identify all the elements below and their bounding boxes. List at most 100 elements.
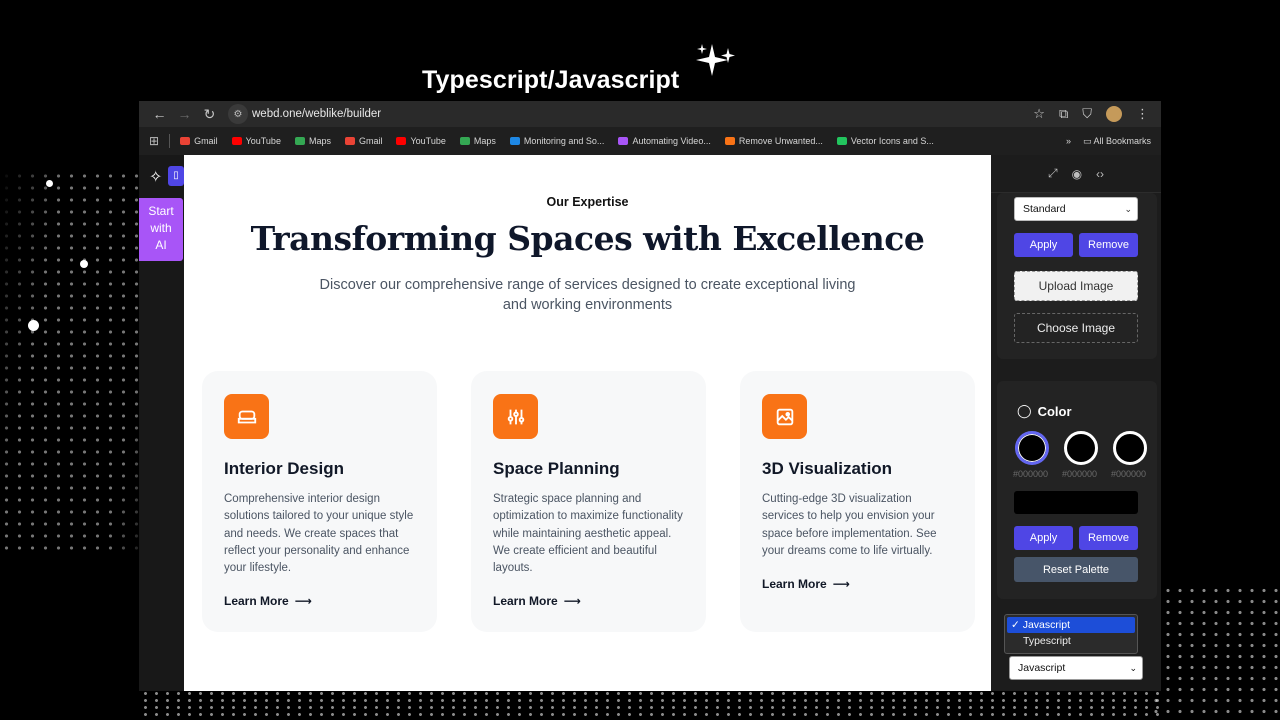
language-option-javascript[interactable]: ✓ Javascript [1007, 617, 1135, 633]
bookmark-item[interactable]: Maps [459, 136, 496, 146]
service-card: Interior Design Comprehensive interior d… [202, 371, 437, 632]
eye-icon[interactable]: ◉ [1072, 167, 1082, 181]
swatch-label: #000000 [1013, 469, 1049, 479]
security-icon[interactable]: ⛉ [1082, 106, 1092, 122]
droplet-icon: ◯ [1017, 403, 1032, 418]
bookmarks-divider [169, 134, 171, 148]
color-remove-button[interactable]: Remove [1079, 526, 1138, 550]
language-select-value: Javascript [1018, 662, 1066, 674]
service-card: 3D Visualization Cutting-edge 3D visuali… [740, 371, 975, 632]
arrow-right-icon: ⟶ [563, 594, 581, 609]
bookmark-label: Maps [473, 136, 496, 146]
color-swatch[interactable] [1113, 431, 1147, 465]
card-title: Interior Design [224, 459, 344, 478]
bookmark-label: Maps [308, 136, 331, 146]
section-eyebrow: Our Expertise [546, 195, 629, 209]
overlay-headline: Typescript/Javascript [422, 66, 680, 94]
extensions-icon[interactable]: ⧉ [1059, 106, 1068, 122]
color-heading-label: Color [1037, 403, 1072, 419]
color-apply-button[interactable]: Apply [1014, 526, 1073, 550]
all-bookmarks-folder[interactable]: ▭ All Bookmarks [1083, 136, 1151, 147]
bookmark-item[interactable]: YouTube [396, 136, 446, 146]
sparkle-icon [696, 44, 735, 76]
bookmark-item[interactable]: Automating Video... [618, 136, 711, 146]
browser-window: ← → ↻ ⚙ webd.one/weblike/builder ☆ ⧉ ⛉ ⋮… [139, 101, 1161, 691]
color-heading: ◯ Color [1017, 403, 1072, 419]
service-card: Space Planning Strategic space planning … [471, 371, 706, 632]
decorative-dots-left [0, 170, 150, 550]
more-bookmarks-icon[interactable]: » [1066, 136, 1071, 146]
swatch-label: #000000 [1062, 469, 1098, 479]
bookmark-item[interactable]: Gmail [344, 136, 382, 146]
all-bookmarks-label: All Bookmarks [1093, 135, 1151, 146]
menu-dots-icon[interactable]: ⋮ [1136, 106, 1149, 122]
bookmark-favicon-icon [344, 137, 355, 145]
mobile-preview-icon[interactable]: ▯ [168, 166, 184, 186]
decorative-dot [46, 180, 53, 187]
choose-image-button[interactable]: Choose Image [1014, 313, 1138, 343]
bookmark-label: YouTube [410, 136, 446, 146]
forward-arrow-icon[interactable]: → [172, 106, 197, 122]
image-icon [762, 394, 807, 439]
bookmarks-right: » ▭ All Bookmarks [1066, 136, 1151, 147]
chevron-down-icon: ⌄ [1129, 662, 1137, 673]
decorative-dot [80, 260, 88, 268]
bookmark-item[interactable]: Gmail [180, 136, 218, 146]
section-title: Transforming Spaces with Excellence [250, 219, 925, 258]
browser-toolbar: ← → ↻ ⚙ webd.one/weblike/builder ☆ ⧉ ⛉ ⋮ [139, 101, 1161, 127]
bookmark-label: Gmail [194, 136, 218, 146]
bookmark-item[interactable]: YouTube [231, 136, 281, 146]
bookmark-item[interactable]: Vector Icons and S... [836, 136, 934, 146]
bookmarks-bar: ⊞ Gmail YouTube Maps Gmail YouTube Maps Monito… [139, 127, 1161, 156]
card-title: Space Planning [493, 459, 620, 478]
bookmark-label: Monitoring and So... [523, 136, 605, 146]
learn-more-label: Learn More [224, 594, 289, 609]
reload-icon[interactable]: ↻ [197, 106, 222, 123]
decorative-dots-right [1150, 585, 1280, 720]
bookmark-item[interactable]: Remove Unwanted... [724, 136, 823, 146]
address-bar[interactable]: ⚙ webd.one/weblike/builder [228, 103, 1034, 125]
decorative-dot [28, 320, 39, 331]
color-input[interactable] [1014, 491, 1138, 514]
card-title: 3D Visualization [762, 459, 893, 478]
properties-panel: ⤢ ◉ ‹› Standard ⌄ Apply Remove Upload Ima… [991, 155, 1161, 691]
learn-more-link[interactable]: Learn More ⟶ [493, 594, 684, 608]
site-settings-icon[interactable]: ⚙ [228, 104, 248, 124]
learn-more-link[interactable]: Learn More ⟶ [224, 594, 415, 608]
url-text: webd.one/weblike/builder [252, 108, 382, 120]
bookmark-favicon-icon [724, 137, 735, 145]
language-select[interactable]: Javascript ⌄ [1009, 656, 1143, 680]
expand-icon[interactable]: ⤢ [1048, 166, 1058, 181]
back-arrow-icon[interactable]: ← [147, 106, 172, 122]
learn-more-label: Learn More [762, 577, 827, 592]
magic-sparkle-icon[interactable]: ✧ [149, 167, 162, 187]
learn-more-link[interactable]: Learn More ⟶ [762, 577, 953, 591]
language-option-typescript[interactable]: Typescript [1007, 633, 1135, 649]
upload-image-button[interactable]: Upload Image [1014, 271, 1138, 301]
bookmark-favicon-icon [509, 137, 520, 145]
browser-actions: ☆ ⧉ ⛉ ⋮ [1033, 106, 1149, 122]
bookmark-favicon-icon [180, 137, 191, 145]
apps-grid-icon[interactable]: ⊞ [149, 134, 159, 148]
page-canvas: Our Expertise Transforming Spaces with E… [184, 155, 991, 691]
code-icon[interactable]: ‹› [1096, 167, 1104, 181]
color-swatch[interactable] [1015, 431, 1049, 465]
reset-palette-button[interactable]: Reset Palette [1014, 557, 1138, 582]
bookmark-favicon-icon [231, 137, 242, 145]
language-dropdown-menu: ✓ Javascript Typescript [1004, 614, 1138, 654]
bookmark-label: Automating Video... [632, 136, 711, 146]
bookmark-item[interactable]: Monitoring and So... [509, 136, 605, 146]
builder-workspace: ✧ ▯ Start with AI Our Expertise Transfor… [139, 155, 1161, 691]
start-with-ai-label: Start with AI [148, 204, 174, 252]
color-swatch[interactable] [1064, 431, 1098, 465]
image-mode-select[interactable]: Standard ⌄ [1014, 197, 1138, 221]
start-with-ai-button[interactable]: Start with AI [139, 198, 183, 261]
image-remove-button[interactable]: Remove [1079, 233, 1138, 257]
bookmark-label: Vector Icons and S... [850, 136, 934, 146]
profile-avatar[interactable] [1106, 106, 1122, 122]
bookmark-favicon-icon [618, 137, 629, 145]
sliders-icon [493, 394, 538, 439]
bookmark-star-icon[interactable]: ☆ [1033, 106, 1045, 122]
image-apply-button[interactable]: Apply [1014, 233, 1073, 257]
bookmark-item[interactable]: Maps [294, 136, 331, 146]
